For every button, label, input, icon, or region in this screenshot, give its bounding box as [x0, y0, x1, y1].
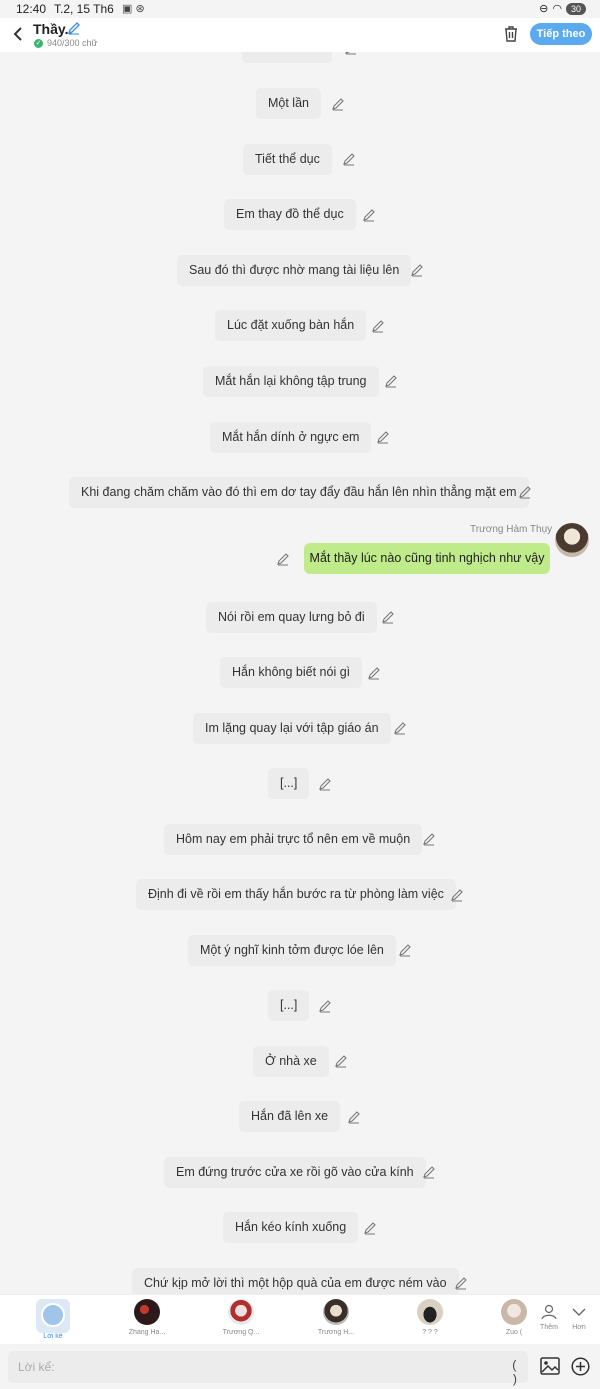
avatar [323, 1299, 349, 1325]
add-character-button[interactable]: Thêm [534, 1303, 564, 1331]
avatar [134, 1299, 160, 1325]
edit-pencil-icon[interactable] [376, 430, 390, 444]
character-bar: Lời kể Zhang Ha... Trương Q... Trương H.… [0, 1294, 600, 1344]
narration-message[interactable]: Một lần [256, 88, 321, 119]
narrator-avatar [36, 1299, 70, 1333]
date: T.2, 15 Th6 [54, 2, 114, 16]
input-placeholder: Lời kể: [18, 1360, 55, 1374]
edit-pencil-icon[interactable] [347, 1110, 361, 1124]
edit-pencil-icon[interactable] [276, 552, 290, 566]
next-button[interactable]: Tiếp theo [530, 23, 592, 45]
avatar [228, 1299, 254, 1325]
edit-pencil-icon[interactable] [367, 666, 381, 680]
avatar[interactable] [555, 523, 589, 557]
narration-message[interactable]: Hôm nay em phải trực tổ nên em về muộn [164, 824, 423, 855]
edit-pencil-icon[interactable] [363, 1221, 377, 1235]
narration-message[interactable]: Ở nhà xe [253, 1046, 329, 1077]
chevron-down-icon [572, 1308, 586, 1316]
system-indicators: ⊖ ◠ 30 [539, 2, 586, 15]
avatar [417, 1299, 443, 1325]
add-user-icon [541, 1304, 557, 1320]
narration-message[interactable]: Em đứng trước cửa xe rồi gõ vào cửa kính [164, 1157, 426, 1188]
character-name: Zuo ( [505, 1329, 523, 1336]
edit-pencil-icon[interactable] [422, 832, 436, 846]
edit-pencil-icon[interactable] [398, 943, 412, 957]
edit-pencil-icon[interactable] [362, 208, 376, 222]
narration-message[interactable]: Sau đó thì được nhờ mang tài liệu lên [177, 255, 412, 286]
back-icon[interactable] [8, 24, 28, 44]
app-header: Thầy.. ✓ 940/300 chữ Tiếp theo [0, 18, 600, 52]
edit-pencil-icon[interactable] [371, 319, 385, 333]
narration-input[interactable]: Lời kể: ( ) [8, 1351, 528, 1387]
narration-message[interactable]: Khi đang chăm chăm vào đó thì em dơ tay … [69, 477, 529, 508]
character-item[interactable]: ? ? ? [400, 1299, 460, 1336]
character-item[interactable]: Trương H... [306, 1299, 366, 1336]
chat-area[interactable]: Khóc lần rồi Một lần Tiết thể dục Em tha… [0, 52, 600, 1294]
character-item[interactable]: Zhang Ha... [117, 1299, 177, 1336]
status-bar: 12:40 T.2, 15 Th6 ▣ ⊛ ⊖ ◠ 30 [0, 0, 600, 18]
dnd-icon: ⊖ [539, 3, 549, 15]
check-icon: ✓ [34, 39, 43, 48]
edit-pencil-icon[interactable] [334, 1054, 348, 1068]
clock: 12:40 [16, 2, 47, 16]
narration-message[interactable]: Hắn đã lên xe [239, 1101, 341, 1132]
character-item[interactable]: Zuo ( [494, 1299, 534, 1336]
edit-pencil-icon[interactable] [381, 610, 395, 624]
character-name: Zhang Ha... [128, 1329, 166, 1336]
narration-message[interactable]: Lúc đặt xuống bàn hắn [215, 310, 367, 341]
edit-pencil-icon[interactable] [318, 999, 332, 1013]
battery-icon: 30 [566, 2, 586, 15]
edit-pencil-icon[interactable] [454, 1276, 468, 1290]
user-name: Trương Hàm Thụy [470, 524, 553, 535]
edit-pencil-icon[interactable] [344, 52, 358, 55]
edit-pencil-icon[interactable] [410, 263, 424, 277]
edit-pencil-icon[interactable] [450, 888, 464, 902]
character-narrator[interactable]: Lời kể [23, 1299, 83, 1340]
more-label: Thêm [540, 1324, 558, 1331]
narration-message[interactable]: Im lặng quay lại với tập giáo án [193, 713, 391, 744]
expand-button[interactable]: Hơn [564, 1303, 594, 1331]
collapse-label: Hơn [572, 1324, 586, 1331]
narration-message[interactable]: Một ý nghĩ kinh tởm được lóe lên [188, 935, 396, 966]
action-parentheses-button[interactable]: ( ) [511, 1359, 528, 1387]
character-name: Lời kể [43, 1333, 63, 1340]
compose-bar: Lời kể: ( ) [0, 1348, 600, 1389]
edit-title-icon[interactable] [67, 21, 81, 38]
character-name: ? ? ? [422, 1329, 438, 1336]
narration-message[interactable]: Nói rồi em quay lưng bỏ đi [206, 602, 377, 633]
character-name: Trương Q... [222, 1329, 260, 1336]
narration-message[interactable]: [...] [268, 990, 310, 1021]
narration-message[interactable]: [...] [268, 768, 310, 799]
edit-pencil-icon[interactable] [384, 374, 398, 388]
narration-message[interactable]: Chứ kịp mở lời thì một hộp quà của em đư… [132, 1268, 459, 1294]
narration-message[interactable]: Mắt hắn dính ở ngực em [210, 422, 372, 453]
character-item[interactable]: Trương Q... [211, 1299, 271, 1336]
narration-message[interactable]: Tiết thể dục [243, 144, 332, 175]
narration-message[interactable]: Hắn không biết nói gì [220, 657, 363, 688]
avatar [501, 1299, 527, 1325]
word-counter: 940/300 chữ [47, 38, 98, 48]
edit-pencil-icon[interactable] [331, 97, 345, 111]
wifi-icon: ◠ [552, 3, 562, 15]
edit-pencil-icon[interactable] [518, 485, 532, 499]
narration-message[interactable]: Khóc lần rồi [242, 52, 333, 63]
narration-message[interactable]: Em thay đồ thể dục [224, 199, 356, 230]
narration-message[interactable]: Định đi về rồi em thấy hắn bước ra từ ph… [136, 879, 456, 910]
character-name: Trương H... [317, 1329, 355, 1336]
edit-pencil-icon[interactable] [393, 721, 407, 735]
edit-pencil-icon[interactable] [342, 152, 356, 166]
notification-icons: ▣ ⊛ [122, 3, 145, 15]
image-icon[interactable] [540, 1357, 560, 1375]
user-message[interactable]: Mắt thầy lúc nào cũng tinh nghịch như vậ… [304, 543, 550, 574]
narration-message[interactable]: Hắn kéo kính xuống [223, 1212, 359, 1243]
trash-icon[interactable] [502, 24, 520, 44]
edit-pencil-icon[interactable] [422, 1165, 436, 1179]
add-icon[interactable] [571, 1357, 590, 1376]
narration-message[interactable]: Mắt hắn lại không tập trung [203, 366, 379, 397]
edit-pencil-icon[interactable] [318, 777, 332, 791]
